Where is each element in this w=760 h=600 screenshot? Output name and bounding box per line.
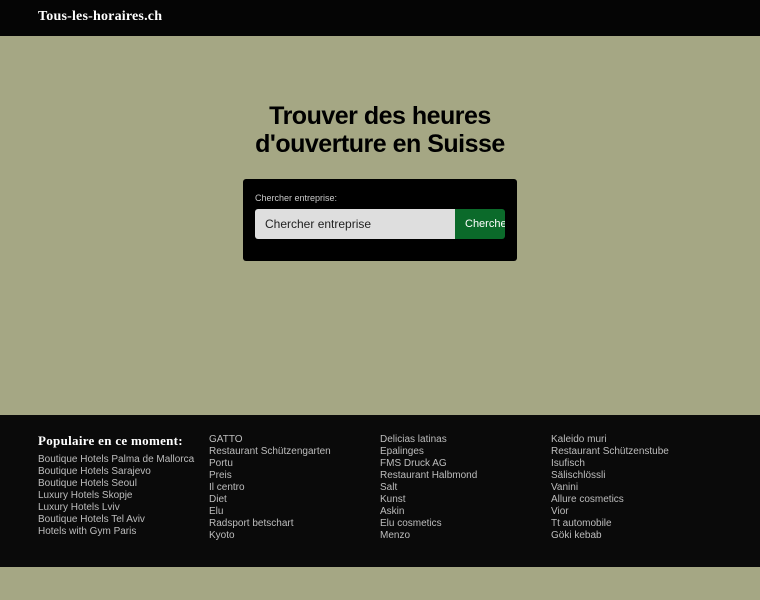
footer-link[interactable]: GATTO [209, 434, 331, 446]
footer-link[interactable]: Vior [551, 506, 669, 518]
footer-link[interactable]: Sälischlössli [551, 470, 669, 482]
footer-link[interactable]: Preis [209, 470, 331, 482]
footer-link[interactable]: Luxury Hotels Skopje [38, 490, 194, 502]
footer-link[interactable]: Portu [209, 458, 331, 470]
footer-link[interactable]: Diet [209, 494, 331, 506]
footer-link[interactable]: Kyoto [209, 530, 331, 542]
popular-title: Populaire en ce moment: [38, 433, 183, 448]
footer-link[interactable]: Boutique Hotels Tel Aviv [38, 514, 194, 526]
footer-link[interactable]: Elu cosmetics [380, 518, 477, 530]
footer-link[interactable]: Restaurant Schützenstube [551, 446, 669, 458]
hero-title: Trouver des heures d'ouverture en Suisse [0, 102, 760, 158]
hero-title-line-1: Trouver des heures [269, 102, 491, 130]
footer-link[interactable]: Menzo [380, 530, 477, 542]
footer-link[interactable]: Askin [380, 506, 477, 518]
site-logo[interactable]: Tous-les-horaires.ch [38, 9, 162, 25]
footer-link[interactable]: Salt [380, 482, 477, 494]
footer-link[interactable]: Vanini [551, 482, 669, 494]
footer-column-3: Delicias latinas Epalinges FMS Druck AG … [380, 434, 477, 542]
search-label: Chercher entreprise: [255, 193, 338, 203]
footer-link[interactable]: Isufisch [551, 458, 669, 470]
footer-column-4: Kaleido muri Restaurant Schützenstube Is… [551, 434, 669, 542]
search-button[interactable]: Chercher [455, 209, 505, 239]
footer-link[interactable]: Epalinges [380, 446, 477, 458]
hero-title-line-2: d'ouverture en Suisse [255, 130, 505, 158]
footer-link[interactable]: Boutique Hotels Palma de Mallorca [38, 454, 194, 466]
footer-link[interactable]: Kunst [380, 494, 477, 506]
footer-link[interactable]: Luxury Hotels Lviv [38, 502, 194, 514]
footer-link[interactable]: Hotels with Gym Paris [38, 526, 194, 538]
footer-link[interactable]: Restaurant Halbmond [380, 470, 477, 482]
footer-link[interactable]: Delicias latinas [380, 434, 477, 446]
footer-link[interactable]: Boutique Hotels Seoul [38, 478, 194, 490]
footer-column-2: GATTO Restaurant Schützengarten Portu Pr… [209, 434, 331, 542]
search-panel: Chercher entreprise: Chercher [243, 179, 517, 261]
footer-link[interactable]: Elu [209, 506, 331, 518]
footer-link[interactable]: Radsport betschart [209, 518, 331, 530]
footer-link[interactable]: Göki kebab [551, 530, 669, 542]
footer: Populaire en ce moment: Boutique Hotels … [0, 415, 760, 567]
footer-link[interactable]: Allure cosmetics [551, 494, 669, 506]
footer-link[interactable]: FMS Druck AG [380, 458, 477, 470]
footer-link[interactable]: Tt automobile [551, 518, 669, 530]
footer-link[interactable]: Restaurant Schützengarten [209, 446, 331, 458]
search-input[interactable] [255, 209, 455, 239]
footer-column-popular: Populaire en ce moment: Boutique Hotels … [38, 433, 194, 538]
footer-link[interactable]: Kaleido muri [551, 434, 669, 446]
top-navbar: Tous-les-horaires.ch [0, 0, 760, 36]
footer-link[interactable]: Boutique Hotels Sarajevo [38, 466, 194, 478]
footer-link[interactable]: Il centro [209, 482, 331, 494]
